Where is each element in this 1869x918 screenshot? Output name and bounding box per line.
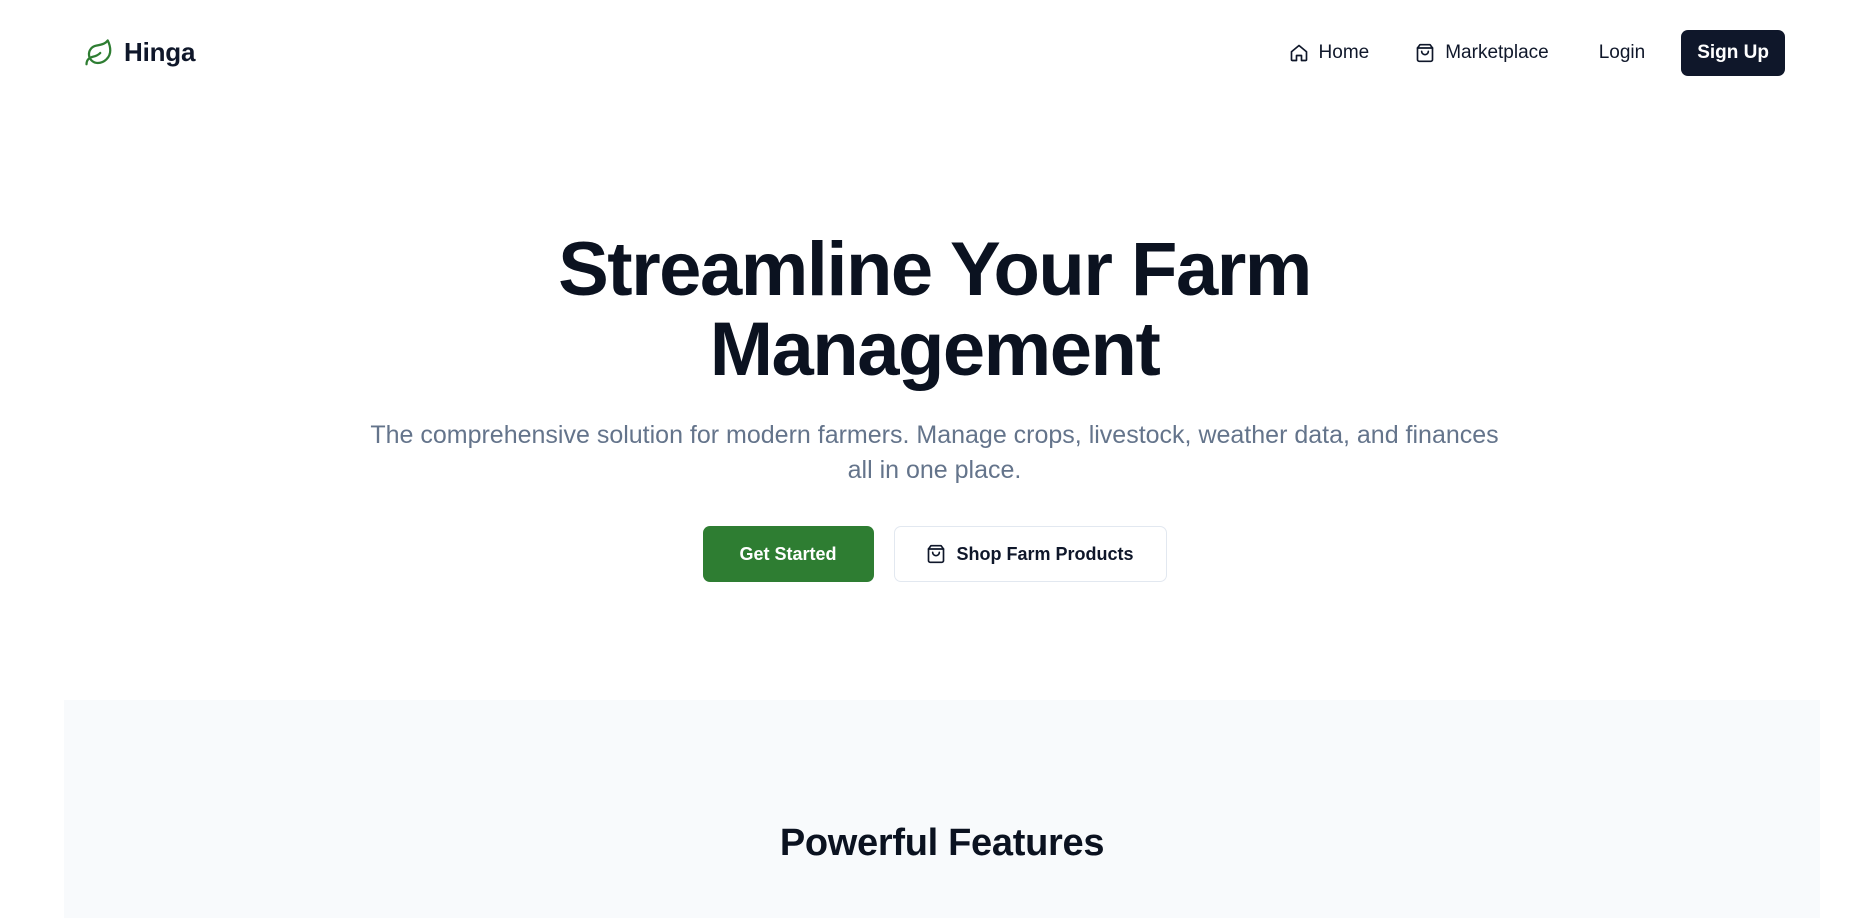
get-started-button[interactable]: Get Started bbox=[702, 526, 874, 582]
hero-subtitle: The comprehensive solution for modern fa… bbox=[370, 421, 1499, 484]
nav-marketplace-link[interactable]: Marketplace bbox=[1399, 30, 1565, 76]
brand-logo[interactable]: Hinga bbox=[84, 37, 195, 68]
shopping-bag-icon bbox=[1415, 43, 1435, 63]
hero-cta-row: Get Started Shop Farm Products bbox=[0, 526, 1869, 582]
nav-home-label: Home bbox=[1318, 41, 1370, 63]
shopping-bag-icon bbox=[926, 544, 946, 564]
brand-name: Hinga bbox=[124, 37, 196, 67]
nav-marketplace-label: Marketplace bbox=[1445, 41, 1549, 63]
leaf-icon bbox=[84, 38, 114, 68]
hero-title: Streamline Your Farm Management bbox=[0, 230, 1869, 390]
features-heading: Powerful Features bbox=[779, 822, 1105, 864]
login-link[interactable]: Login bbox=[1579, 30, 1666, 76]
home-icon bbox=[1289, 43, 1309, 63]
signup-button[interactable]: Sign Up bbox=[1681, 29, 1785, 76]
site-header: Hinga Home Marketplace Login Sign Up bbox=[0, 0, 1869, 105]
features-section: Powerful Features bbox=[64, 700, 1820, 918]
hero-title-line-1: Streamline Your Farm bbox=[558, 227, 1312, 312]
hero-section: Streamline Your Farm Management The comp… bbox=[0, 230, 1869, 582]
shop-farm-products-button[interactable]: Shop Farm Products bbox=[893, 526, 1167, 582]
hero-title-line-2: Management bbox=[709, 307, 1161, 392]
shop-farm-products-label: Shop Farm Products bbox=[956, 543, 1134, 564]
nav-home-link[interactable]: Home bbox=[1273, 30, 1386, 76]
main-nav: Home Marketplace Login Sign Up bbox=[1273, 29, 1785, 76]
